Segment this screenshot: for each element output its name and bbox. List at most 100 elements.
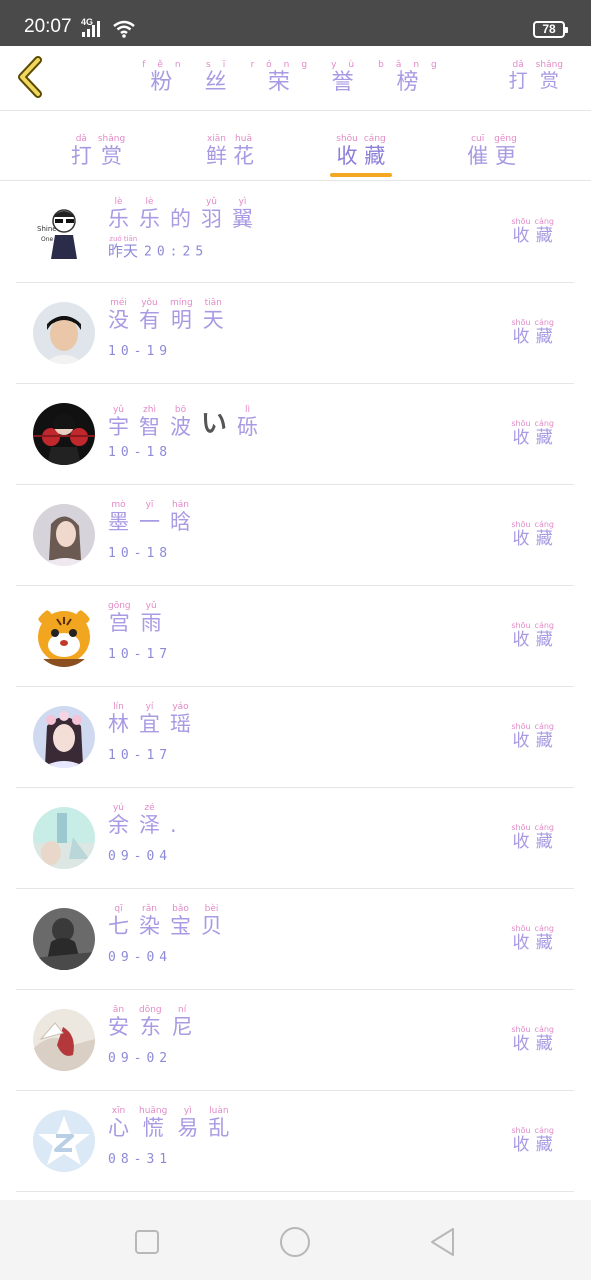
avatar[interactable] [33,1009,95,1071]
character: yī 一 [139,500,160,534]
hanzi: 藏 [535,630,553,650]
hanzi: 七 [108,914,129,938]
hanzi: 藏 [535,327,553,347]
list-item[interactable]: Shine One lè 乐 lè 乐的 yǔ 羽 yì 翼 zuó 昨 tiān 天 20:25 shōu 收… [16,182,574,283]
recent-apps-icon[interactable] [131,1226,163,1258]
character: gēng 更 [494,134,517,168]
character: cáng 藏 [535,216,554,246]
hanzi: 智 [139,414,160,439]
character: lín 林 [108,702,129,736]
list-item[interactable]: mò 墨 yī 一 hán 晗 10-18 shōu 收 cáng 藏 [16,485,574,586]
status-time: 20:07 [24,16,72,37]
hanzi: 更 [494,144,516,168]
character: yáo 瑶 [170,702,191,736]
pinyin: yǔ [112,404,125,415]
hanzi: 荣 [267,70,302,95]
character: tiān 天 [123,235,138,260]
character: lè 乐 [139,197,160,231]
list-item[interactable]: gōng 宫 yǔ 雨 10-17 shōu 收 cáng 藏 [16,586,574,687]
avatar[interactable]: Shine One [33,201,95,263]
list-item[interactable]: ān 安 dōng 东 ní 尼 09-02 shōu 收 cáng 藏 [16,990,574,1091]
avatar[interactable] [33,504,95,566]
hanzi: 收 [512,1135,530,1155]
hanzi: 赏 [539,70,559,92]
tab-favorites[interactable]: shōu 收 cáng 藏 [311,126,411,168]
timestamp: 10-18 [108,546,172,561]
pinyin: zhì [143,404,156,415]
header: fěn 粉 sī 丝 róng 荣 yù 誉 bǎng 榜 dǎ 打 shǎng 赏 [0,46,591,111]
list-item[interactable]: qī 七 rǎn 染 bǎo 宝 bèi 贝 09-04 shōu 收 cáng 藏 [16,889,574,990]
hanzi: 羽 [201,207,222,231]
character: shōu 收 [511,418,530,448]
hanzi: 余 [108,813,129,837]
character: rǎn 染 [139,904,160,938]
reward-button[interactable]: dǎ 打 shǎng 赏 [509,52,571,92]
character: fěn 粉 [142,60,192,95]
back-icon[interactable] [427,1226,459,1258]
svg-text:Shine: Shine [37,225,57,233]
character: yú 余 [108,803,129,837]
tab-bar: dǎ 打 shǎng 赏 xiān 鲜 huā 花 shōu 收 cáng 藏 cuī 催 gēng 更 [0,111,591,181]
character: cáng 藏 [535,1125,554,1155]
hanzi: 天 [123,242,139,260]
tab-flowers[interactable]: xiān 鲜 huā 花 [180,126,280,168]
tab-urge[interactable]: cuī 催 gēng 更 [442,126,542,168]
home-icon[interactable] [279,1226,311,1258]
svg-text:One: One [41,236,54,243]
date-text: 09-04 [108,849,173,864]
user-name: yǔ 宇 zhì 智 bō 波い lì 砾 [108,399,268,439]
list-item[interactable]: yǔ 宇 zhì 智 bō 波い lì 砾 10-18 shōu 收 cáng 藏 [16,384,574,485]
avatar[interactable] [33,403,95,465]
character: luàn 乱 [208,1106,229,1140]
hanzi: 一 [139,510,160,534]
hanzi: 藏 [535,1034,553,1054]
hanzi: い [201,409,228,439]
hanzi: 雨 [140,611,162,635]
hanzi: 昨 [108,242,124,260]
user-name: qī 七 rǎn 染 bǎo 宝 bèi 贝 [108,904,232,938]
character: mò 墨 [108,500,129,534]
list-item[interactable]: méi 没 yǒu 有 míng 明 tiān 天 10-19 shōu 收 cáng 藏 [16,283,574,384]
date-text: 20:25 [144,244,209,260]
list-item[interactable]: yú 余 zé 泽. 09-04 shōu 收 cáng 藏 [16,788,574,889]
list-item[interactable]: xīn 心 huāng 慌 yì 易 luàn 乱 08-31 shōu 收 cáng 藏 [16,1091,574,1192]
date-text: 10-18 [108,546,173,561]
hanzi: 易 [177,1116,199,1140]
date-text: 08-31 [108,1152,173,1167]
hanzi: 天 [202,308,224,332]
date-text: 10-18 [108,445,173,460]
hanzi: 墨 [108,510,129,534]
character: . [170,803,177,837]
avatar[interactable] [33,706,95,768]
avatar[interactable] [33,605,95,667]
tab-active-indicator [330,173,392,177]
avatar[interactable] [33,1110,95,1172]
character: cáng 藏 [535,620,554,650]
tab-reward[interactable]: dǎ 打 shǎng 赏 [48,126,148,168]
character: shōu 收 [511,1125,530,1155]
avatar[interactable] [33,807,95,869]
signal-icon [82,21,100,37]
hanzi: 藏 [535,933,553,953]
hanzi: 明 [170,308,192,332]
character: zuó 昨 [108,235,123,260]
character: míng 明 [170,298,193,332]
hanzi: 收 [512,630,530,650]
character: lì 砾 [237,405,258,439]
favorite-label: shōu 收 cáng 藏 [507,418,554,448]
wifi-icon [113,20,135,38]
hanzi: 誉 [331,70,366,95]
hanzi: 收 [512,529,530,549]
avatar[interactable] [33,302,95,364]
hanzi: 藏 [535,1135,553,1155]
character: huāng 慌 [139,1106,167,1140]
list-item[interactable]: lín 林 yí 宜 yáo 瑶 10-17 shōu 收 cáng 藏 [16,687,574,788]
hanzi: 收 [512,226,530,246]
character: shōu 收 [511,822,530,852]
character: yǔ 宇 [108,405,129,439]
hanzi: 收 [336,144,358,168]
pinyin: lì [245,404,251,415]
avatar[interactable] [33,908,95,970]
hanzi: 乐 [108,207,129,231]
character: bō 波 [170,405,191,439]
